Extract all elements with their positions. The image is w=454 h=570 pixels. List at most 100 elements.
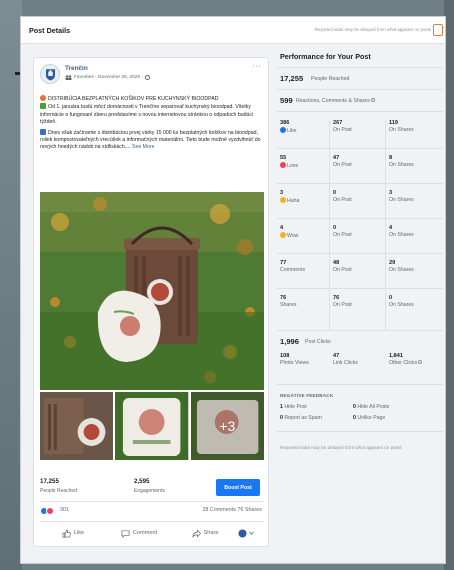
check-box-emoji-icon — [40, 103, 46, 110]
page-avatar-small-icon — [238, 528, 247, 538]
reactions-summary: 301 28 Comments 76 Shares — [40, 504, 264, 518]
wow-on-shares: 4 On Shares — [389, 225, 414, 238]
post-clicks-value: 1,996 — [280, 337, 300, 346]
thumbs-up-icon — [62, 529, 71, 537]
wow-on-post: 0 On Post — [333, 225, 352, 238]
divider — [277, 218, 443, 219]
comments-shares-count[interactable]: 28 Comments 76 Shares — [202, 507, 262, 513]
reactions-total-value: 599 — [280, 96, 293, 105]
post-text: DISTRIBÚCIA BEZPLATNÝCH KOŠÍKOV PRE KUCH… — [40, 95, 264, 154]
reactions-total-label: Reactions, Comments & Shares — [296, 97, 375, 104]
people-reached-label: People Reached — [311, 75, 350, 82]
other-clicks: 1,841 Other Clicks — [389, 353, 423, 366]
post-actions: Like Comment Share — [40, 524, 264, 542]
orange-circle-emoji-icon — [40, 95, 46, 101]
favorites-icon — [65, 75, 72, 80]
link-clicks: 47 Link Clicks — [333, 353, 358, 366]
hide-post-stat: 1 Hide Post — [280, 404, 307, 410]
share-icon — [191, 528, 201, 538]
divider — [277, 89, 443, 90]
bin-closeup-photo — [40, 392, 114, 460]
post-header: Trenčín Favorites · November 25, 2020 · … — [34, 58, 268, 90]
engagements-value: 2,595 — [134, 478, 150, 485]
like-on-shares: 119 On Shares — [389, 120, 414, 133]
post-date[interactable]: Favorites · November 25, 2020 · — [74, 75, 143, 80]
love-total: 55 Love — [280, 155, 299, 169]
performance-panel: Performance for Your Post 17,255 People … — [277, 47, 443, 547]
boost-post-button[interactable]: Boost Post — [216, 479, 260, 496]
photo-views: 108 Photo Views — [280, 353, 309, 366]
comment-icon — [121, 529, 130, 538]
divider — [277, 67, 443, 68]
divider — [40, 501, 264, 502]
haha-on-shares: 3 On Shares — [389, 190, 414, 203]
shares-total: 76 Shares — [280, 295, 297, 308]
more-photos-count: +3 — [190, 392, 264, 460]
comments-total: 77 Comments — [280, 260, 306, 273]
comment-button[interactable]: Comment — [106, 529, 172, 538]
city-crest-icon — [45, 68, 55, 80]
negative-feedback-title: NEGATIVE FEEDBACK — [280, 393, 334, 398]
divider — [277, 111, 443, 112]
shares-on-shares: 0 On Shares — [389, 295, 414, 308]
column-divider — [385, 120, 386, 330]
globe-icon — [145, 75, 151, 80]
comments-on-shares: 29 On Shares — [389, 260, 414, 273]
stats-footnote: Reported stats may be delayed from what … — [280, 445, 402, 450]
wow-total: 4 Wow — [280, 225, 299, 239]
haha-icon — [280, 196, 286, 203]
like-label: Like — [73, 530, 85, 536]
page-name[interactable]: Trenčín — [65, 65, 88, 72]
info-icon[interactable] — [418, 359, 423, 364]
haha-on-post: 0 On Post — [333, 190, 352, 203]
unlike-page-stat: 0 Unlike Page — [353, 415, 386, 421]
love-reaction-icon[interactable] — [46, 507, 54, 515]
divider — [277, 253, 443, 254]
report-spam-stat: 0 Report as Spam — [280, 415, 322, 421]
post-paragraph-1: Od 1. januára budú môcť domácnosti v Tre… — [40, 104, 254, 126]
reaction-count[interactable]: 301 — [60, 507, 69, 513]
chevron-down-icon — [249, 531, 254, 535]
recycle-emoji-icon — [40, 128, 46, 135]
photo-thumbnail-more[interactable]: +3 — [190, 392, 264, 460]
comments-on-post: 48 On Post — [333, 260, 352, 273]
delay-note: Reported stats may be delayed from what … — [314, 27, 431, 32]
haha-total: 3 Haha — [280, 190, 300, 204]
share-button[interactable]: Share — [172, 528, 238, 538]
photo-thumbnail[interactable] — [40, 392, 114, 460]
performance-title: Performance for Your Post — [280, 52, 371, 61]
divider — [277, 330, 443, 331]
compost-bags-photo — [115, 392, 189, 460]
post-main-photo[interactable] — [40, 192, 264, 390]
more-options-icon[interactable]: ··· — [253, 63, 262, 70]
post-card: Trenčín Favorites · November 25, 2020 · … — [33, 57, 269, 547]
audience-selector[interactable] — [238, 528, 264, 538]
share-label: Share — [203, 530, 219, 536]
shares-on-post: 76 On Post — [333, 295, 352, 308]
post-meta: Favorites · November 25, 2020 · — [65, 75, 151, 80]
comment-label: Comment — [132, 530, 158, 536]
divider — [277, 431, 443, 432]
hide-all-posts-stat: 0 Hide All Posts — [353, 404, 390, 410]
divider — [277, 384, 443, 385]
people-reached-value: 17,255 — [280, 74, 304, 83]
like-button[interactable]: Like — [40, 529, 106, 538]
close-button[interactable] — [433, 24, 443, 36]
info-icon[interactable] — [370, 97, 375, 102]
wow-icon — [280, 231, 286, 238]
like-icon — [280, 126, 286, 133]
background-left — [0, 0, 22, 570]
bio-waste-bin-photo — [40, 192, 264, 390]
people-reached-label: People Reached — [40, 488, 77, 494]
divider — [277, 288, 443, 289]
love-icon — [280, 161, 286, 168]
divider — [40, 521, 264, 522]
love-on-shares: 8 On Shares — [389, 155, 414, 168]
divider — [277, 148, 443, 149]
column-divider — [329, 120, 330, 330]
see-more-link[interactable]: See More — [132, 144, 155, 150]
photo-thumbnail[interactable] — [115, 392, 189, 460]
modal-header: Post Details Reported stats may be delay… — [21, 17, 445, 44]
page-avatar[interactable] — [40, 64, 60, 84]
post-clicks-label: Post Clicks — [305, 338, 331, 345]
